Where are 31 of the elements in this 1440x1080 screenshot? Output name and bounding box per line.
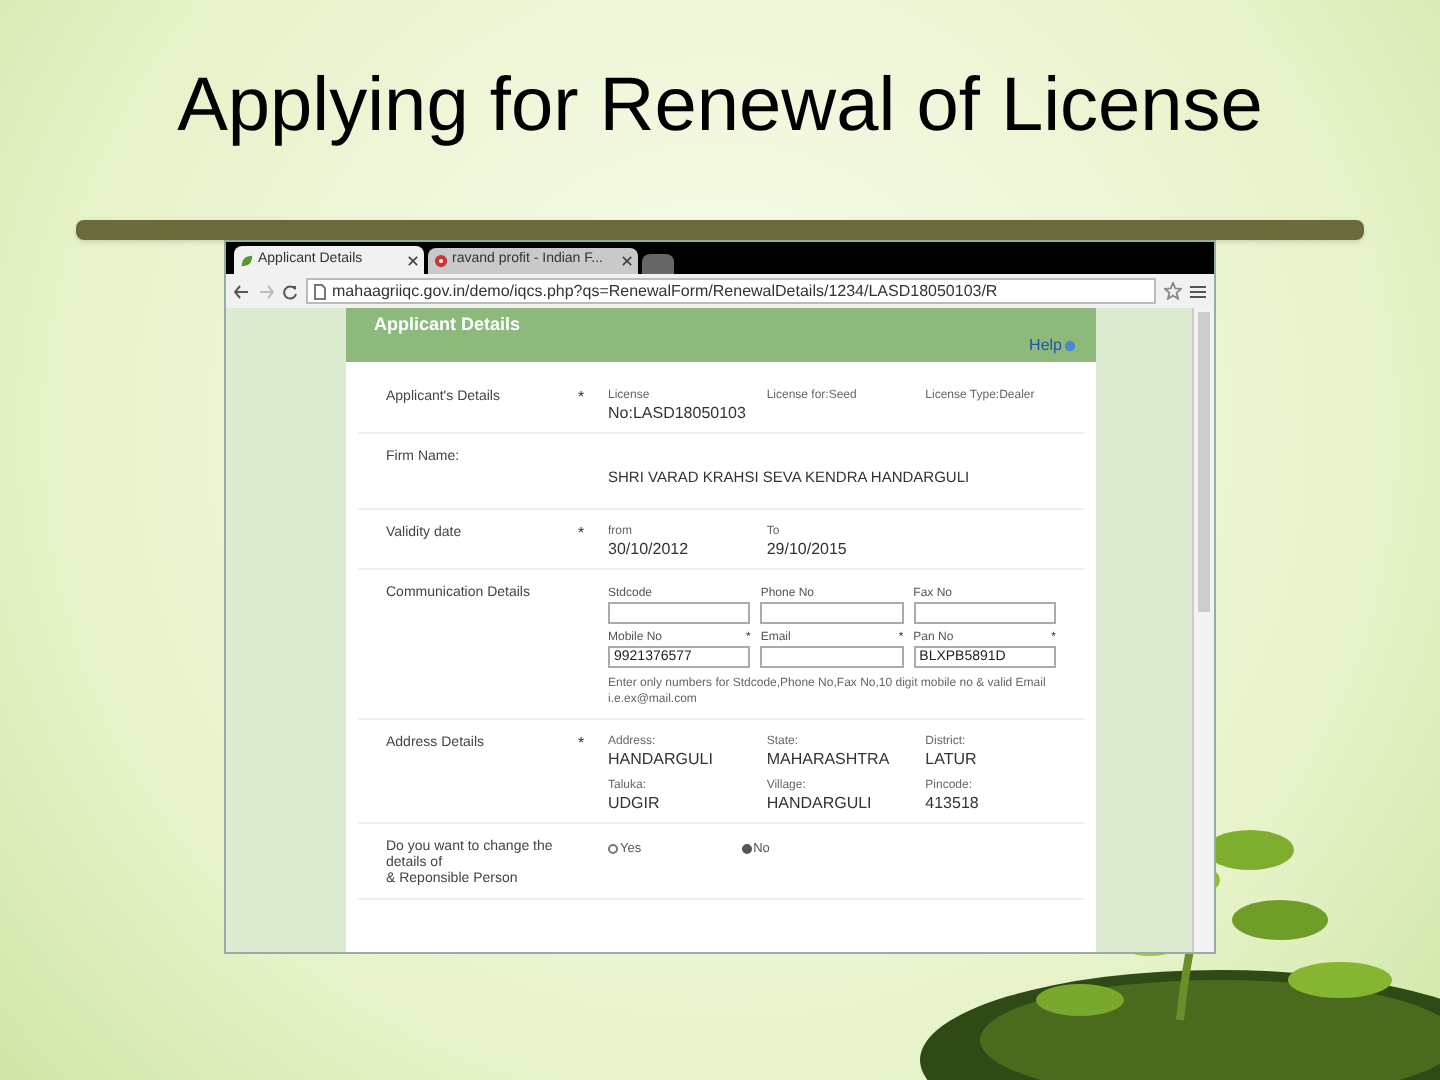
required-mark: *	[578, 390, 585, 406]
reload-icon[interactable]	[282, 283, 298, 299]
slide-title: Applying for Renewal of License	[177, 68, 1263, 144]
panel-title: Applicant Details	[374, 312, 521, 338]
field-value: 30/10/2012	[608, 540, 691, 558]
scrollbar[interactable]	[1192, 308, 1214, 952]
close-icon[interactable]	[622, 256, 632, 266]
star-icon[interactable]	[1164, 282, 1182, 300]
input-field[interactable]	[608, 602, 751, 624]
required-mark: *	[578, 526, 585, 542]
flower-icon	[434, 254, 448, 268]
field-value: HANDARGULI	[608, 750, 715, 768]
close-icon[interactable]	[408, 255, 418, 265]
required-mark: *	[578, 736, 585, 752]
input-field[interactable]	[913, 602, 1056, 624]
help-icon	[1064, 340, 1076, 352]
field-value: MAHARASHTRA	[766, 750, 892, 768]
input-field[interactable]	[760, 602, 904, 624]
leaf-icon	[240, 253, 254, 267]
menu-icon[interactable]	[1190, 283, 1206, 299]
field-value: HANDARGULI	[766, 794, 874, 812]
radio-button[interactable]	[608, 844, 618, 855]
field-value: UDGIR	[608, 794, 662, 812]
field-value: 413518	[925, 794, 981, 812]
radio-button[interactable]	[741, 844, 752, 855]
field-value: 29/10/2015	[766, 540, 849, 558]
input-field[interactable]	[760, 646, 904, 668]
field-value: LATUR	[925, 750, 979, 768]
field-value: No:LASD18050103	[608, 404, 748, 422]
new-tab-button[interactable]	[642, 254, 674, 274]
back-icon[interactable]	[234, 283, 250, 299]
